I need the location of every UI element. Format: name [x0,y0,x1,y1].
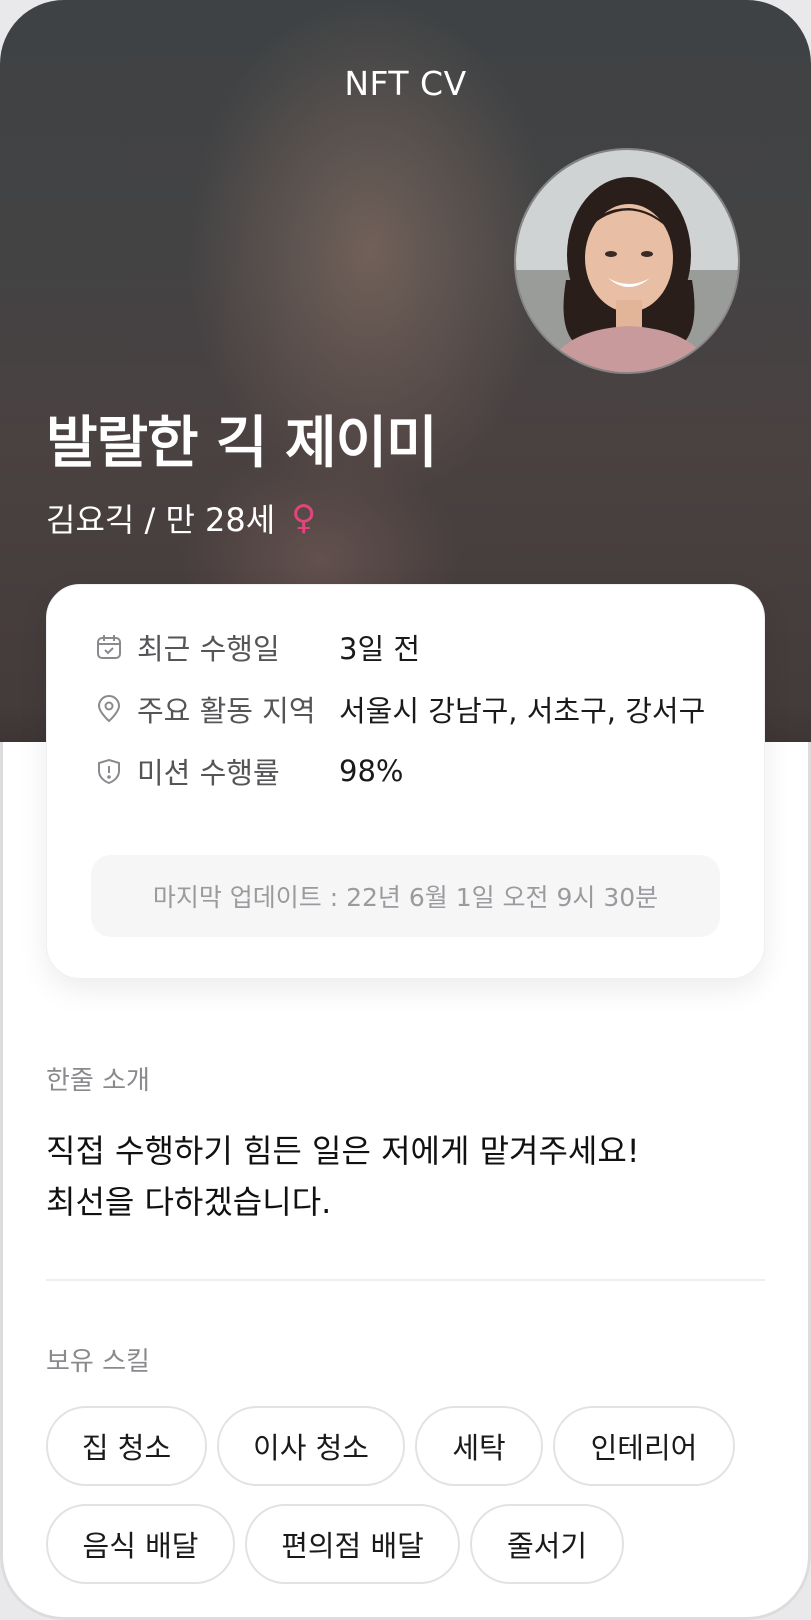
skill-chip[interactable]: 편의점 배달 [245,1504,460,1584]
profile-screen: NFT CV 발랄한 긱 제이미 김요긱 / 만 28세 ♀ 최근 수행일 3일… [0,0,811,1620]
intro-section-title: 한줄 소개 [46,1066,150,1096]
info-value: 서울시 강남구, 서초구, 강서구 [339,694,706,728]
avatar[interactable] [514,148,740,374]
intro-line: 직접 수행하기 힘든 일은 저에게 맡겨주세요! [46,1132,640,1170]
name-age-text: 김요긱 / 만 28세 [46,501,276,539]
skill-chip[interactable]: 집 청소 [46,1406,207,1486]
section-divider [46,1279,765,1281]
info-label: 미션 수행률 [137,756,280,790]
info-label: 최근 수행일 [137,632,280,666]
info-value: 3일 전 [339,632,421,666]
skill-chip[interactable]: 이사 청소 [217,1406,405,1486]
activity-info-card: 최근 수행일 3일 전 주요 활동 지역 서울시 강남구, 서초구, 강서구 미… [46,584,765,979]
skill-chip[interactable]: 음식 배달 [46,1504,235,1584]
info-row-area: 주요 활동 지역 서울시 강남구, 서초구, 강서구 [93,687,705,731]
intro-text: 직접 수행하기 힘든 일은 저에게 맡겨주세요! 최선을 다하겠습니다. [46,1126,640,1228]
skills-section-title: 보유 스킬 [46,1347,150,1377]
name-age-row: 김요긱 / 만 28세 ♀ [46,495,316,541]
skill-chip-list: 집 청소 이사 청소 세탁 인테리어 음식 배달 편의점 배달 줄서기 [46,1406,765,1602]
avatar-photo [516,150,738,372]
info-label: 주요 활동 지역 [137,694,316,728]
intro-line: 최선을 다하겠습니다. [46,1183,332,1221]
shield-alert-icon [93,755,125,787]
last-updated-text: 마지막 업데이트 : 22년 6월 1일 오전 9시 30분 [91,855,720,937]
skill-chip-row: 집 청소 이사 청소 세탁 인테리어 [46,1406,765,1486]
info-value: 98% [339,754,404,788]
skill-chip[interactable]: 줄서기 [470,1504,624,1584]
info-row-completion: 미션 수행률 98% [93,749,403,793]
skill-chip[interactable]: 세탁 [415,1406,543,1486]
info-row-recent: 최근 수행일 3일 전 [93,625,420,669]
app-title: NFT CV [344,64,467,103]
calendar-icon [93,631,125,663]
female-icon: ♀ [291,498,317,538]
skill-chip-row: 음식 배달 편의점 배달 줄서기 [46,1504,765,1584]
skill-chip[interactable]: 인테리어 [553,1406,735,1486]
location-pin-icon [93,693,125,725]
nickname-heading: 발랄한 긱 제이미 [46,411,438,476]
